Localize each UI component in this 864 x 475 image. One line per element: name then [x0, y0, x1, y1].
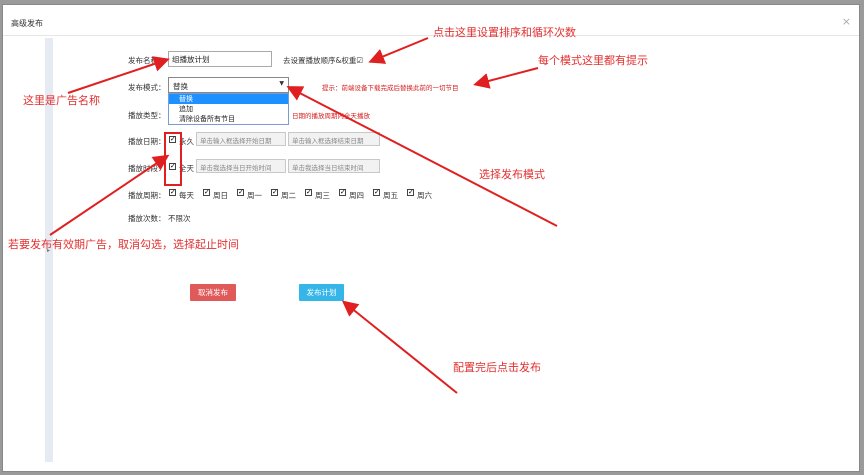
- annotation-validity: 若要发布有效期广告，取消勾选，选择起止时间: [8, 238, 239, 251]
- annotation-order: 点击这里设置排序和循环次数: [433, 26, 576, 39]
- annotation-name: 这里是广告名称: [23, 94, 100, 107]
- arrow-validity: [49, 154, 170, 236]
- arrow-hint: [473, 67, 539, 89]
- annotation-mode: 选择发布模式: [479, 168, 545, 181]
- arrow-mode: [286, 86, 558, 227]
- arrow-order: [368, 37, 429, 64]
- annotation-publish: 配置完后点击发布: [453, 361, 541, 374]
- arrow-name: [67, 56, 170, 94]
- arrow-publish: [341, 300, 458, 394]
- annotation-hint: 每个模式这里都有提示: [538, 54, 648, 67]
